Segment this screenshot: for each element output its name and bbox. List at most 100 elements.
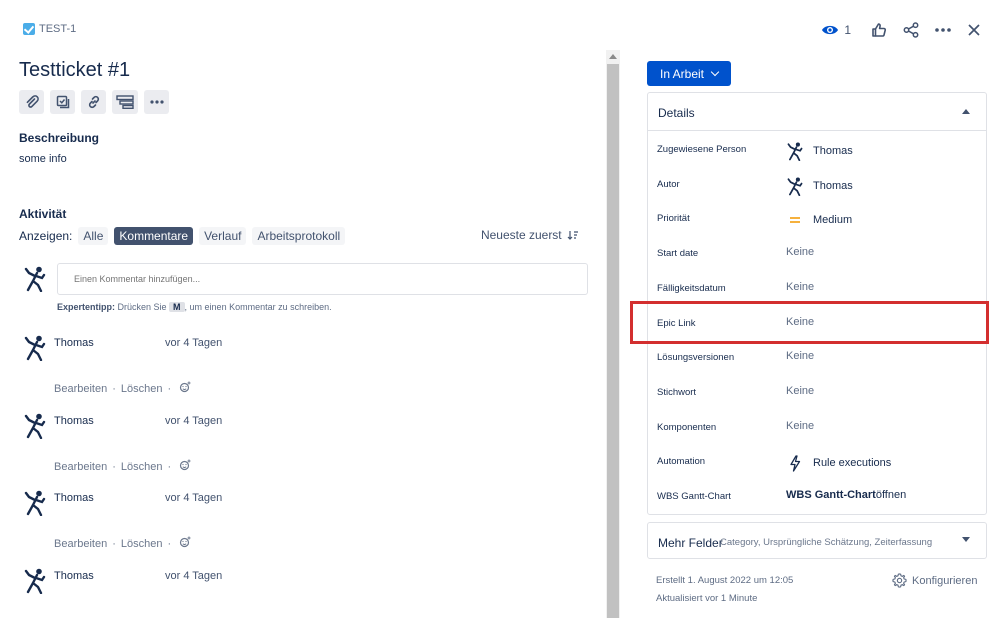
user-avatar [24,413,46,439]
child-issue-icon [116,95,134,109]
comment-actions: Bearbeiten · Löschen · [54,536,191,550]
field-label: Automation [657,456,706,467]
edit-comment-link[interactable]: Bearbeiten [54,461,107,473]
delete-comment-link[interactable]: Löschen [121,461,163,473]
separator: · [112,538,116,550]
edit-comment-link[interactable]: Bearbeiten [54,383,107,395]
filter-worklog[interactable]: Arbeitsprotokoll [252,227,346,245]
separator: · [112,461,116,473]
comment-time[interactable]: vor 4 Tagen [165,570,222,582]
details-header[interactable]: Details [648,93,986,131]
field-start-date: Start date Keine [648,237,986,271]
like-button[interactable] [871,18,887,42]
delete-comment-link[interactable]: Löschen [121,383,163,395]
description-text[interactable]: some info [19,153,67,165]
comment-author[interactable]: Thomas [54,415,94,427]
more-fields-section[interactable]: Mehr Felder Category, Ursprüngliche Schä… [647,522,987,559]
scroll-up-arrow-icon[interactable] [609,54,617,59]
more-icon [149,100,164,104]
field-reporter: Autor Thomas [648,168,986,202]
separator: · [167,383,172,395]
pro-tip-label: Expertentipp: [57,302,116,312]
status-label: In Arbeit [659,66,705,81]
components-value[interactable]: Keine [786,420,814,432]
more-icon [935,28,951,32]
chevron-up-icon[interactable] [962,109,970,114]
start-date-value[interactable]: Keine [786,246,814,258]
comment-author[interactable]: Thomas [54,570,94,582]
comment-time[interactable]: vor 4 Tagen [165,337,222,349]
description-heading: Beschreibung [19,131,100,145]
field-label: WBS Gantt-Chart [657,491,731,502]
edit-comment-link[interactable]: Bearbeiten [54,538,107,550]
shortcut-key: M [169,302,185,312]
sort-icon [567,231,578,240]
link-issue-button[interactable] [81,90,106,114]
close-button[interactable] [967,18,981,42]
configure-button[interactable]: Konfigurieren [892,573,977,588]
field-assignee: Zugewiesene Person Thomas [648,133,986,167]
sort-order-button[interactable]: Neueste zuerst [481,228,579,242]
comment-author[interactable]: Thomas [54,492,94,504]
activity-heading: Aktivität [19,207,67,221]
issue-key-breadcrumb[interactable]: TEST-1 [23,23,76,35]
epic-link-value[interactable]: Keine [786,316,814,328]
pro-tip: Expertentipp: Drücken Sie M, um einen Ko… [57,302,332,312]
filter-comments[interactable]: Kommentare [114,227,194,245]
fix-versions-value[interactable]: Keine [786,350,814,362]
current-user-avatar [24,266,46,292]
subtask-icon [56,95,69,109]
status-transition-button[interactable]: In Arbeit [647,61,731,86]
comment-time[interactable]: vor 4 Tagen [165,492,222,504]
issue-toolbar [19,90,175,114]
comment-item: Thomas vor 4 Tagen Bearbeiten · Löschen … [0,335,600,407]
priority-value[interactable]: Medium [786,211,852,229]
field-labels: Stichwort Keine [648,376,986,410]
chevron-down-icon [962,537,970,542]
filter-history[interactable]: Verlauf [199,227,247,245]
user-avatar [24,568,46,594]
comment-actions: Bearbeiten · Löschen · [54,381,191,395]
reporter-value[interactable]: Thomas [786,177,853,196]
share-button[interactable] [903,18,919,42]
link-icon [88,95,99,109]
field-label: Stichwort [657,387,697,398]
field-automation: Automation Rule executions [648,445,986,479]
rule-executions-link[interactable]: Rule executions [786,454,891,472]
filter-all[interactable]: Alle [78,227,109,245]
more-actions-button[interactable] [935,18,951,42]
field-label: Fälligkeitsdatum [657,283,726,294]
activity-filter-bar: Anzeigen: Alle Kommentare Verlauf Arbeit… [19,226,579,246]
add-reaction-icon[interactable] [179,381,191,393]
paperclip-icon [26,95,39,108]
toolbar-more-button[interactable] [144,90,169,114]
more-fields-heading: Mehr Felder [658,536,723,550]
created-date: Erstellt 1. August 2022 um 12:05 [656,575,794,586]
lightning-icon [786,454,804,472]
updated-date: Aktualisiert vor 1 Minute [656,593,758,604]
add-reaction-icon[interactable] [179,536,191,548]
create-child-issue-button[interactable] [112,90,138,114]
due-date-value[interactable]: Keine [786,281,814,293]
pro-tip-pre: Drücken Sie [115,302,170,312]
issue-title[interactable]: Testticket #1 [19,59,130,82]
watch-button[interactable]: 1 [821,18,851,42]
add-subtask-button[interactable] [50,90,75,114]
add-reaction-icon[interactable] [179,459,191,471]
comment-time[interactable]: vor 4 Tagen [165,415,222,427]
details-panel: Details Zugewiesene Person Thomas Autor … [647,92,987,515]
comment-author[interactable]: Thomas [54,337,94,349]
eye-icon [822,25,839,35]
header-actions: 1 [809,18,981,42]
wbs-gantt-open-link[interactable]: WBS Gantt-Chart öffnen [786,489,906,501]
field-wbs-gantt: WBS Gantt-Chart WBS Gantt-Chart öffnen [648,480,986,514]
scrollbar-thumb[interactable] [607,64,619,618]
field-components: Komponenten Keine [648,411,986,445]
labels-value[interactable]: Keine [786,385,814,397]
attach-button[interactable] [19,90,44,114]
comment-input[interactable] [57,263,588,295]
delete-comment-link[interactable]: Löschen [121,538,163,550]
issue-key[interactable]: TEST-1 [39,23,76,35]
assignee-value[interactable]: Thomas [786,142,853,161]
share-icon [903,22,919,38]
